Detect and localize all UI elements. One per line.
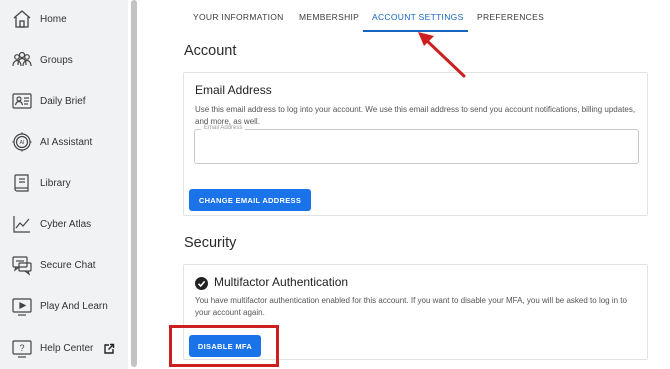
sidebar-item-label: Secure Chat bbox=[40, 259, 96, 271]
email-address-card: Email Address Use this email address to … bbox=[183, 72, 648, 216]
play-and-learn-icon bbox=[11, 295, 33, 317]
email-address-heading: Email Address bbox=[195, 83, 272, 97]
sidebar-item-label: Daily Brief bbox=[40, 95, 86, 107]
tab-preferences[interactable]: PREFERENCES bbox=[477, 12, 544, 22]
highlight-box bbox=[169, 325, 279, 367]
sidebar-item-secure-chat[interactable]: Secure Chat bbox=[0, 250, 128, 280]
sidebar-item-label: AI Assistant bbox=[40, 136, 93, 148]
sidebar: Home Groups Daily Brief AI AI Assistant … bbox=[0, 0, 128, 369]
svg-text:?: ? bbox=[19, 343, 24, 353]
tab-membership[interactable]: MEMBERSHIP bbox=[299, 12, 359, 22]
change-email-address-button[interactable]: CHANGE EMAIL ADDRESS bbox=[189, 189, 311, 211]
library-icon bbox=[11, 172, 33, 194]
sidebar-item-ai-assistant[interactable]: AI AI Assistant bbox=[0, 127, 128, 157]
tab-your-information[interactable]: YOUR INFORMATION bbox=[193, 12, 284, 22]
cyber-atlas-icon bbox=[11, 213, 33, 235]
secure-chat-icon bbox=[11, 254, 33, 276]
tab-account-settings[interactable]: ACCOUNT SETTINGS bbox=[372, 12, 464, 22]
checkmark-circle-icon bbox=[195, 277, 208, 290]
sidebar-item-label: Play And Learn bbox=[40, 300, 108, 312]
sidebar-item-label: Groups bbox=[40, 54, 73, 66]
mfa-description: You have multifactor authentication enab… bbox=[195, 296, 627, 317]
help-center-icon: ? bbox=[11, 337, 33, 359]
email-field[interactable]: Email Address bbox=[194, 125, 639, 164]
email-address-description: Use this email address to log into your … bbox=[195, 105, 636, 126]
sidebar-item-label: Library bbox=[40, 177, 71, 189]
sidebar-item-home[interactable]: Home bbox=[0, 4, 128, 34]
sidebar-item-play-and-learn[interactable]: Play And Learn bbox=[0, 291, 128, 321]
sidebar-item-help-center[interactable]: ? Help Center bbox=[0, 333, 128, 363]
mfa-heading: Multifactor Authentication bbox=[214, 275, 349, 289]
sidebar-item-library[interactable]: Library bbox=[0, 168, 128, 198]
ai-assistant-icon: AI bbox=[11, 131, 33, 153]
sidebar-item-label: Help Center bbox=[40, 342, 94, 354]
email-field-label: Email Address bbox=[201, 125, 246, 131]
sidebar-item-label: Cyber Atlas bbox=[40, 218, 92, 230]
sidebar-scrollbar[interactable] bbox=[131, 0, 137, 367]
annotation-arrow bbox=[418, 32, 466, 78]
account-section-title: Account bbox=[184, 43, 237, 59]
sidebar-item-cyber-atlas[interactable]: Cyber Atlas bbox=[0, 209, 128, 239]
email-input[interactable] bbox=[195, 130, 638, 163]
home-icon bbox=[11, 8, 33, 30]
security-section-title: Security bbox=[184, 235, 237, 251]
svg-text:AI: AI bbox=[20, 140, 25, 146]
sidebar-item-groups[interactable]: Groups bbox=[0, 45, 128, 75]
groups-icon bbox=[11, 49, 33, 71]
external-link-icon bbox=[103, 342, 115, 354]
sidebar-item-label: Home bbox=[40, 13, 67, 25]
daily-brief-icon bbox=[11, 90, 33, 112]
sidebar-item-daily-brief[interactable]: Daily Brief bbox=[0, 86, 128, 116]
